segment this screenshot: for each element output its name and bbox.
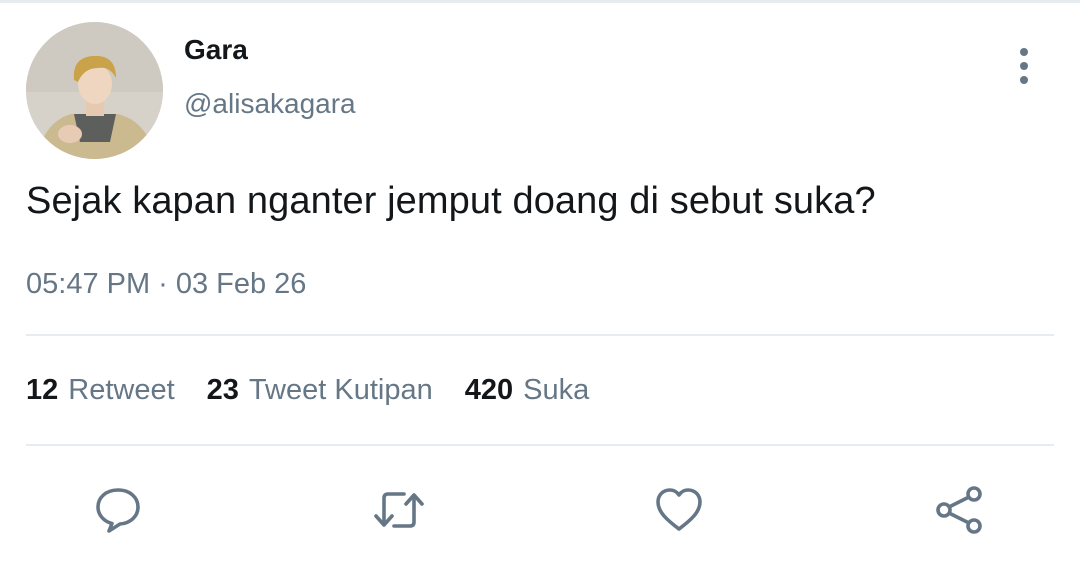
retweet-button[interactable] xyxy=(371,484,427,536)
retweet-label: Retweet xyxy=(68,374,175,406)
like-button[interactable] xyxy=(651,484,707,536)
quote-count-link[interactable]: 23 Tweet Kutipan xyxy=(207,374,433,407)
quote-label: Tweet Kutipan xyxy=(248,374,433,406)
divider xyxy=(26,444,1054,446)
tweet-timestamp[interactable]: 05:47 PM · 03 Feb 26 xyxy=(26,268,306,301)
user-handle[interactable]: @alisakagara xyxy=(184,88,356,120)
tweet-time: 05:47 PM xyxy=(26,268,151,300)
tweet-text: Sejak kapan nganter jemput doang di sebu… xyxy=(26,180,876,222)
more-vertical-icon-dot xyxy=(1020,76,1028,84)
reply-button[interactable] xyxy=(90,484,146,536)
display-name[interactable]: Gara xyxy=(184,34,248,66)
tweet-stats: 12 Retweet 23 Tweet Kutipan 420 Suka xyxy=(26,374,621,407)
quote-count: 23 xyxy=(206,374,239,406)
timestamp-separator: · xyxy=(158,268,168,300)
more-vertical-icon-dot xyxy=(1020,62,1028,70)
heart-icon xyxy=(656,488,702,531)
like-count: 420 xyxy=(464,374,514,406)
retweet-icon xyxy=(374,492,424,528)
more-vertical-icon xyxy=(1020,48,1028,56)
tweet-date: 03 Feb 26 xyxy=(175,268,307,300)
reply-icon xyxy=(96,488,140,533)
divider xyxy=(26,334,1054,336)
retweet-count: 12 xyxy=(26,374,59,406)
like-label: Suka xyxy=(523,374,590,406)
retweet-count-link[interactable]: 12 Retweet xyxy=(26,374,175,407)
tweet-card: Gara @alisakagara Sejak kapan nganter je… xyxy=(0,0,1080,574)
share-icon xyxy=(936,486,982,534)
more-options-button[interactable] xyxy=(1004,44,1044,88)
like-count-link[interactable]: 420 Suka xyxy=(465,374,590,407)
avatar[interactable] xyxy=(26,22,163,159)
share-button[interactable] xyxy=(932,484,988,536)
avatar-image xyxy=(26,22,163,159)
